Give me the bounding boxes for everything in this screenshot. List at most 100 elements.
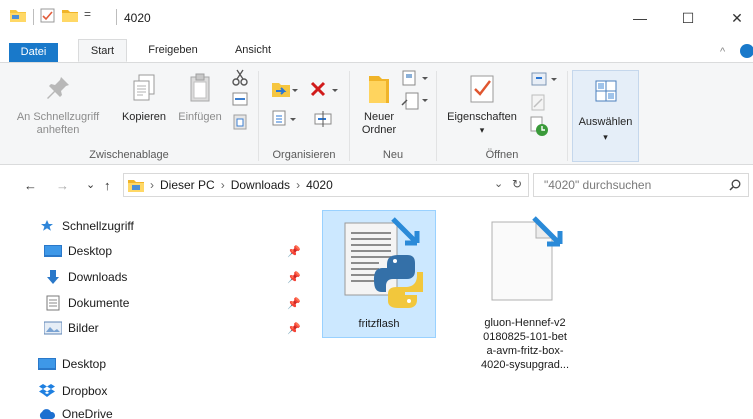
maximize-button[interactable]: ☐ [673,6,703,30]
tab-start[interactable]: Start [78,39,127,62]
address-history-button[interactable]: ⌄ [494,177,503,190]
open-button[interactable] [528,69,560,91]
history-button[interactable] [528,115,550,137]
sidebar-item-schnellzugriff[interactable]: Schnellzugriff [38,215,134,237]
properties-dropdown-icon: ▾ [479,125,485,135]
search-box[interactable]: "4020" durchsuchen [533,173,749,197]
recent-locations-button[interactable]: ⌄ [86,178,95,191]
desktop-icon [38,356,56,372]
divider [116,9,117,25]
document-icon [44,295,62,311]
sidebar-item-onedrive[interactable]: OneDrive [38,403,113,419]
pin-label-line2: anheften [36,124,80,136]
ribbon-tabs: Datei Start Freigeben Ansicht ^ [0,36,753,62]
group-divider [567,71,568,161]
quick-access-dropdown[interactable]: = [84,7,91,21]
group-label-organize: Organisieren [272,149,336,161]
download-icon [44,269,62,285]
ribbon: An Schnellzugriff anheften Kopieren Einf… [0,62,753,165]
breadcrumb-4020[interactable]: 4020 [306,178,333,192]
pin-icon[interactable]: 📌 [287,297,301,310]
file-name-line2: 0180825-101-bet [483,331,567,343]
properties-label: Eigenschaften [447,111,517,123]
dropbox-icon [38,383,56,399]
properties-button[interactable]: Eigenschaften ▾ [440,71,524,137]
pin-icon [4,71,112,105]
breadcrumb-downloads[interactable]: Downloads [231,178,290,192]
collapse-ribbon-icon[interactable]: ^ [720,46,725,58]
sidebar-item-label: Dropbox [62,384,108,398]
copy-icon [118,71,170,105]
python-file-icon [341,217,429,313]
sidebar-item-dropbox[interactable]: Dropbox [38,380,107,402]
file-name-line4: 4020-sysupgrad... [480,359,570,371]
easy-access-icon [401,92,428,110]
copy-path-icon[interactable] [230,91,250,107]
group-divider [258,71,259,161]
back-button[interactable]: ← [24,178,37,193]
breadcrumb-dieser-pc[interactable]: Dieser PC [160,178,215,192]
pin-quick-access-button[interactable]: An Schnellzugriff anheften [4,71,112,137]
edit-button[interactable] [528,93,550,113]
group-label-new: Neu [382,149,404,161]
sidebar-item-label: Desktop [68,244,113,258]
dropdown-glyph: = [84,7,92,21]
minimize-button[interactable]: — [625,6,655,30]
copy-button[interactable]: Kopieren [118,71,170,124]
cut-icon[interactable] [230,69,250,87]
properties-check-icon[interactable] [40,8,55,23]
new-item-button[interactable] [400,69,430,89]
star-icon [38,218,56,234]
pin-icon[interactable]: 📌 [287,245,301,258]
delete-button[interactable] [308,79,340,101]
copy-label: Kopieren [121,111,167,123]
refresh-button[interactable]: ↻ [512,177,522,191]
easy-access-button[interactable] [400,91,430,113]
select-dropdown-icon: ▾ [603,132,608,142]
select-label: Auswählen [578,116,633,128]
file-item-gluon-sysupgrade[interactable]: gluon-Hennef-v2 0180825-101-bet a-avm-fr… [468,210,582,400]
sidebar-item-desktop-pinned[interactable]: Desktop [44,240,112,262]
group-label-clipboard: Zwischenablage [89,149,169,161]
tab-datei[interactable]: Datei [9,43,58,62]
sidebar-item-bilder[interactable]: Bilder [44,317,99,339]
rename-button[interactable] [312,108,334,130]
folder-icon[interactable] [10,8,26,22]
open-icon [531,72,557,86]
address-bar[interactable]: › Dieser PC › Downloads › 4020 ⌄ ↻ [123,173,529,197]
rename-icon [314,111,332,127]
up-button[interactable]: ↑ [104,178,111,193]
breadcrumb-separator: › [220,178,225,192]
select-button[interactable]: Auswählen ▾ [572,70,639,162]
group-divider [349,71,350,161]
file-item-fritzflash[interactable]: fritzflash [322,210,436,338]
help-icon[interactable] [740,44,753,58]
sidebar-item-desktop[interactable]: Desktop [38,353,106,375]
sidebar-item-dokumente[interactable]: Dokumente [44,292,129,314]
sidebar-item-label: Bilder [68,321,99,335]
new-folder-button[interactable]: Neuer Ordner [352,71,406,137]
sidebar-item-label: Dokumente [68,296,130,310]
paste-button[interactable]: Einfügen [172,71,228,124]
tab-freigeben[interactable]: Freigeben [138,39,208,62]
move-to-button[interactable] [270,79,298,101]
sidebar-item-label: Schnellzugriff [62,219,134,233]
paste-icon [172,71,228,105]
sidebar-item-downloads[interactable]: Downloads [44,266,127,288]
pc-folder-icon [128,178,144,192]
forward-button[interactable]: → [56,178,69,193]
pin-icon[interactable]: 📌 [287,271,301,284]
close-button[interactable]: ✕ [722,6,752,30]
copy-to-button[interactable] [270,108,298,130]
pin-icon[interactable]: 📌 [287,322,301,335]
paste-shortcut-icon[interactable] [230,113,250,131]
new-folder-icon[interactable] [62,8,78,22]
history-icon [530,116,548,136]
tab-ansicht[interactable]: Ansicht [222,39,284,62]
divider [33,9,34,25]
pictures-icon [44,320,62,336]
desktop-icon [44,243,62,259]
new-folder-line2: Ordner [361,124,397,136]
search-input[interactable]: "4020" durchsuchen [544,178,651,192]
select-icon [594,79,618,106]
